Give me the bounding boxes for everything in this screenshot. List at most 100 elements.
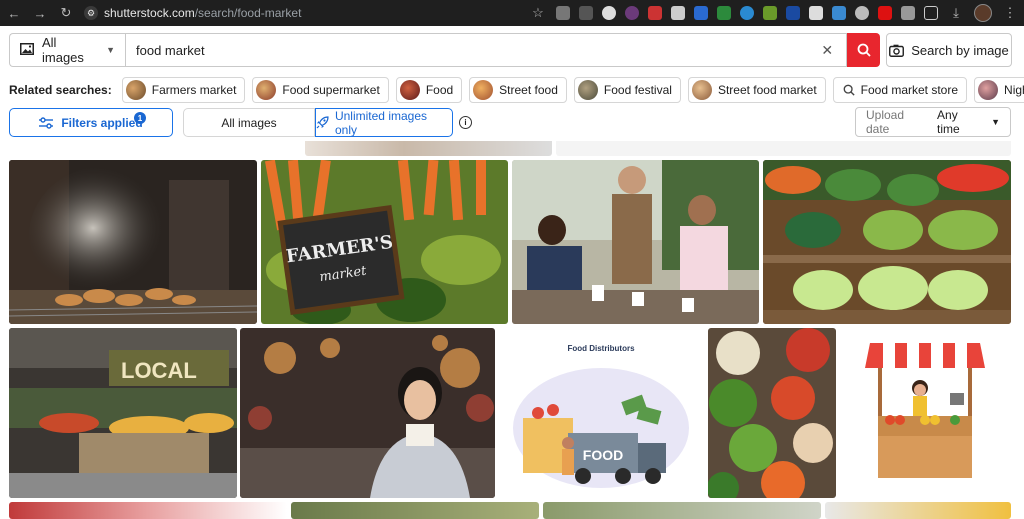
toggle-unlimited-images[interactable]: Unlimited images only <box>315 108 453 137</box>
extension-icon[interactable] <box>740 6 754 20</box>
image-tile[interactable] <box>708 328 836 498</box>
upload-date-value: Any time <box>937 108 960 136</box>
clear-search-icon[interactable]: ✕ <box>818 42 836 59</box>
grocery-store-photo: LOCAL <box>9 328 237 498</box>
menu-kebab-icon[interactable]: ⋮ <box>1002 5 1018 21</box>
partial-image[interactable] <box>556 141 1011 156</box>
reload-icon[interactable]: ↻ <box>58 5 74 21</box>
info-icon[interactable]: i <box>459 116 472 129</box>
extension-icon[interactable] <box>786 6 800 20</box>
image-tile-partial[interactable] <box>291 502 539 519</box>
image-tile[interactable] <box>840 328 1011 498</box>
image-tile[interactable]: LOCAL <box>9 328 237 498</box>
chip-label: Food festival <box>603 83 672 97</box>
truck-label: FOOD <box>583 447 623 463</box>
search-bar: All images ▼ ✕ Search by image <box>9 33 1012 67</box>
farmers-market-sign-photo: FARMER'S market <box>261 160 508 324</box>
grill-smoke-photo <box>9 160 257 324</box>
extension-icon[interactable] <box>602 6 616 20</box>
extension-icon[interactable] <box>717 6 731 20</box>
chip-label: Street food market <box>717 83 817 97</box>
image-tile-partial[interactable] <box>825 502 1011 519</box>
chip-thumbnail <box>125 80 146 100</box>
related-chip[interactable]: Night market <box>974 77 1024 103</box>
search-icon <box>843 84 855 96</box>
related-chip[interactable]: Street food <box>469 77 567 103</box>
food-distributors-illustration: Food Distributors FOOD <box>498 328 705 498</box>
chip-thumbnail <box>256 80 277 100</box>
filters-count-badge: 1 <box>134 112 146 124</box>
search-button[interactable] <box>847 33 880 67</box>
site-info-icon[interactable]: ⚙ <box>84 6 98 20</box>
extension-icon[interactable] <box>901 6 915 20</box>
extensions-bar <box>556 6 938 20</box>
chip-label: Food market store <box>860 83 959 97</box>
extension-icon[interactable] <box>832 6 846 20</box>
asset-type-select[interactable]: All images ▼ <box>9 33 125 67</box>
partial-image[interactable] <box>305 141 552 156</box>
related-chip[interactable]: Food <box>395 77 463 103</box>
extension-icon[interactable] <box>809 6 823 20</box>
extension-icon[interactable] <box>855 6 869 20</box>
related-chip[interactable]: Street food market <box>687 77 826 103</box>
extension-icon[interactable] <box>694 6 708 20</box>
related-chip[interactable]: Food supermarket <box>252 77 389 103</box>
license-toggle: All images Unlimited images only <box>183 108 453 137</box>
profile-avatar[interactable] <box>974 4 992 22</box>
related-searches-label: Related searches: <box>9 83 112 97</box>
extension-icon[interactable] <box>579 6 593 20</box>
image-tile[interactable] <box>240 328 495 498</box>
extension-icon[interactable] <box>878 6 892 20</box>
illustration-title: Food Distributors <box>567 344 635 353</box>
filters-applied-button[interactable]: Filters applied 1 <box>9 108 173 137</box>
image-icon <box>20 42 34 58</box>
store-sign-text: LOCAL <box>121 358 197 383</box>
camera-icon <box>889 44 905 57</box>
image-tile[interactable] <box>9 160 257 324</box>
woman-eating-night-market-photo <box>240 328 495 498</box>
search-by-image-label: Search by image <box>911 42 1009 58</box>
download-icon[interactable]: ⤓ <box>948 5 964 21</box>
asset-type-label: All images <box>42 35 84 65</box>
related-chip[interactable]: Farmers market <box>121 77 246 103</box>
search-input-wrapper: ✕ <box>125 33 847 67</box>
upload-date-select[interactable]: Upload date Any time ▼ <box>855 107 1011 137</box>
image-tile[interactable] <box>763 160 1011 324</box>
search-input[interactable] <box>136 42 819 58</box>
chip-label: Farmers market <box>151 83 237 97</box>
peppers-baskets-photo <box>708 328 836 498</box>
url-domain: shutterstock.com <box>104 6 195 20</box>
related-chip[interactable]: Food festival <box>573 77 681 103</box>
address-bar[interactable]: ⚙ shutterstock.com/search/food-market <box>84 6 301 20</box>
extension-icon[interactable] <box>763 6 777 20</box>
chip-thumbnail <box>691 80 712 100</box>
related-chip[interactable]: Food market store <box>832 77 968 103</box>
extension-icon[interactable] <box>671 6 685 20</box>
chip-thumbnail <box>473 80 494 100</box>
image-tile-partial[interactable] <box>543 502 821 519</box>
image-tile[interactable]: FARMER'S market <box>261 160 508 324</box>
upload-date-label: Upload date <box>866 108 905 136</box>
image-tile-partial[interactable] <box>9 502 287 519</box>
toggle-unlimited-label: Unlimited images only <box>334 108 428 137</box>
chip-label: Street food <box>499 83 558 97</box>
extension-icon[interactable] <box>625 6 639 20</box>
puzzle-icon[interactable] <box>924 6 938 20</box>
image-tile[interactable]: Food Distributors FOOD <box>498 328 705 498</box>
extension-icon[interactable] <box>556 6 570 20</box>
browser-toolbar: ← → ↻ ⚙ shutterstock.com/search/food-mar… <box>0 0 1024 26</box>
image-tile[interactable] <box>512 160 759 324</box>
chip-label: Food supermarket <box>282 83 380 97</box>
market-stall-illustration <box>840 328 1011 498</box>
bookmark-star-icon[interactable]: ☆ <box>530 5 546 21</box>
forward-icon[interactable]: → <box>32 5 48 21</box>
chip-thumbnail <box>577 80 598 100</box>
chip-thumbnail <box>978 80 999 100</box>
extension-icon[interactable] <box>648 6 662 20</box>
back-icon[interactable]: ← <box>6 5 22 21</box>
toggle-all-images[interactable]: All images <box>183 108 315 137</box>
search-by-image-button[interactable]: Search by image <box>886 33 1012 67</box>
caret-down-icon: ▼ <box>106 45 115 55</box>
caret-down-icon: ▼ <box>991 117 1000 127</box>
chip-label: Night market <box>1004 83 1024 97</box>
